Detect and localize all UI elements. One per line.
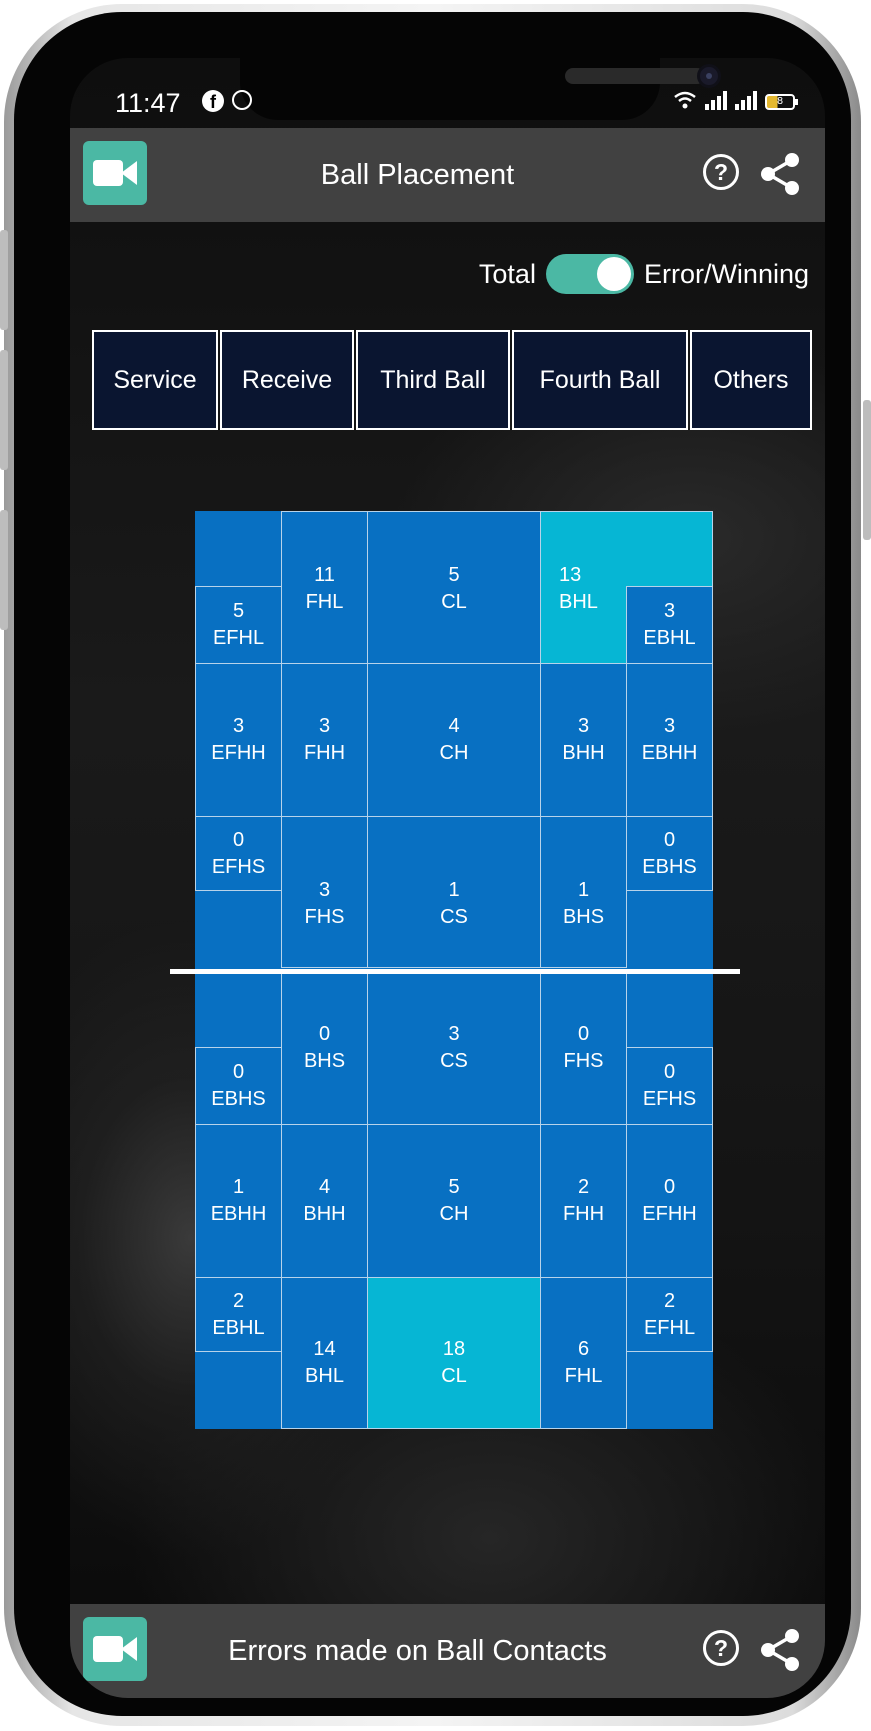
tab-third-ball[interactable]: Third Ball: [356, 330, 510, 430]
front-camera-icon: [697, 64, 721, 88]
bottom-bar: Errors made on Ball Contacts ?: [70, 1604, 825, 1698]
zone-cell[interactable]: 3 FHS: [281, 816, 368, 968]
notification-icons: f: [202, 90, 252, 112]
app-bar: Ball Placement ?: [70, 128, 825, 222]
help-circle-icon[interactable]: ?: [703, 1630, 739, 1666]
zone-cell[interactable]: 2 EBHL: [195, 1277, 282, 1352]
wifi-icon: [674, 91, 696, 109]
zone-cell[interactable]: 3 EBHL: [626, 586, 713, 664]
mode-toggle-row: Total Error/Winning: [479, 254, 809, 294]
tab-others[interactable]: Others: [690, 330, 812, 430]
share-icon[interactable]: [759, 1628, 801, 1672]
zone-cell[interactable]: 14 BHL: [281, 1277, 368, 1429]
zone-cell[interactable]: 0 EBHS: [195, 1047, 282, 1125]
earpiece-speaker: [565, 68, 705, 84]
volume-button: [0, 350, 8, 470]
camera-lens: [121, 161, 137, 185]
tab-fourth-ball[interactable]: Fourth Ball: [512, 330, 688, 430]
toggle-right-label: Error/Winning: [643, 258, 809, 289]
court-net: [170, 969, 740, 974]
zone-cell[interactable]: 0 BHS: [281, 972, 368, 1125]
zone-cell-highlighted[interactable]: 18 CL: [367, 1277, 541, 1429]
zone-cell[interactable]: 4 CH: [367, 663, 541, 817]
notch: [240, 58, 721, 120]
camera-lens: [121, 1637, 137, 1661]
toggle-knob: [596, 257, 631, 291]
zone-cell[interactable]: 2 EFHL: [626, 1277, 713, 1352]
zone-cell[interactable]: 11 FHL: [281, 511, 368, 664]
status-right: 8: [673, 90, 798, 110]
zone-cell[interactable]: 1 EBHH: [195, 1124, 282, 1278]
share-icon[interactable]: [759, 152, 801, 196]
signal-icon-2: [735, 90, 757, 110]
zone-cell[interactable]: 4 BHH: [281, 1124, 368, 1278]
side-button: [0, 510, 8, 630]
zone-cell[interactable]: 1 BHS: [540, 816, 627, 968]
zone-cell[interactable]: 5 EFHL: [195, 586, 282, 664]
tab-receive[interactable]: Receive: [220, 330, 354, 430]
zone-cell[interactable]: 0 EBHS: [626, 816, 713, 891]
zone-cell[interactable]: 3 EBHH: [626, 663, 713, 817]
battery-icon: 8: [765, 94, 798, 110]
video-camera-icon[interactable]: [83, 141, 147, 205]
category-tabs: Service Receive Third Ball Fourth Ball O…: [92, 330, 812, 430]
volume-button: [0, 230, 8, 330]
page-title: Ball Placement: [320, 159, 515, 191]
zone-cell[interactable]: 1 CS: [367, 816, 541, 968]
zone-cell[interactable]: 5 CL: [367, 511, 541, 664]
zone-cell[interactable]: 6 FHL: [540, 1277, 627, 1429]
zone-cell[interactable]: 5 CH: [367, 1124, 541, 1278]
help-circle-icon[interactable]: ?: [703, 154, 739, 190]
facebook-icon: f: [202, 90, 224, 112]
phone-body: 11:47 f 8 Ball Placement ? Total Error/W…: [14, 12, 851, 1716]
video-camera-icon[interactable]: [83, 1617, 147, 1681]
camera-body: [93, 1636, 123, 1662]
zone-cell[interactable]: 3 BHH: [540, 663, 627, 817]
signal-icon-1: [705, 90, 727, 110]
zone-cell[interactable]: 0 EFHH: [626, 1124, 713, 1278]
mode-toggle-switch[interactable]: [545, 254, 634, 294]
footer-title: Errors made on Ball Contacts: [228, 1635, 607, 1667]
screen: 11:47 f 8 Ball Placement ? Total Error/W…: [70, 58, 825, 1698]
zone-cell[interactable]: 0 FHS: [540, 972, 627, 1125]
zone-cell[interactable]: 3 EFHH: [195, 663, 282, 817]
zone-cell[interactable]: 0 EFHS: [626, 1047, 713, 1125]
power-button: [863, 400, 871, 540]
toggle-left-label: Total: [478, 258, 536, 289]
zone-cell[interactable]: 0 EFHS: [195, 816, 282, 891]
status-time: 11:47: [115, 88, 181, 118]
zone-cell[interactable]: 3 CS: [367, 972, 541, 1125]
zone-cell[interactable]: 2 FHH: [540, 1124, 627, 1278]
zone-cell[interactable]: 3 FHH: [281, 663, 368, 817]
camera-body: [93, 160, 123, 186]
tab-service[interactable]: Service: [92, 330, 218, 430]
whatsapp-icon: [232, 90, 252, 110]
